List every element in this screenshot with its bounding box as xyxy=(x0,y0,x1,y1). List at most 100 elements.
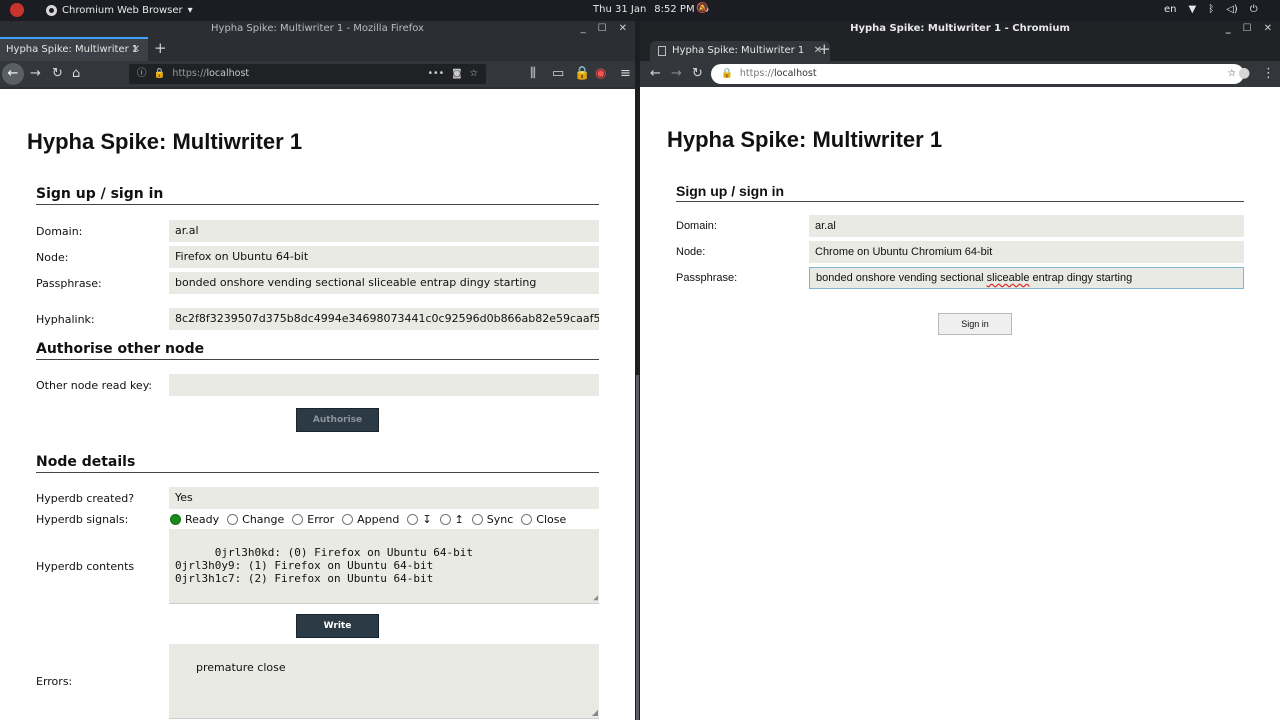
bookmark-star-icon[interactable]: ☆ xyxy=(469,64,478,84)
reload-icon[interactable]: ↻ xyxy=(692,66,703,81)
chromium-titlebar[interactable]: Hypha Spike: Multiwriter 1 - Chromium _ … xyxy=(640,21,1280,37)
errors-textarea[interactable]: premature close ◢ xyxy=(169,644,599,719)
passphrase-field[interactable]: bonded onshore vending sectional sliceab… xyxy=(809,267,1244,289)
chromium-window-title: Hypha Spike: Multiwriter 1 - Chromium xyxy=(850,23,1070,34)
privacy-lock-icon[interactable]: 🔒 xyxy=(574,66,590,81)
domain-field[interactable]: ar.al xyxy=(809,215,1244,237)
tab-title: Hypha Spike: Multiwriter 1 xyxy=(6,44,139,55)
signal-radio[interactable] xyxy=(471,514,483,525)
system-top-panel: Chromium Web Browser ▾ Thu 31 Jan 8:52 P… xyxy=(0,0,1280,21)
authorise-button[interactable]: Authorise xyxy=(296,408,379,432)
signal-radio[interactable] xyxy=(521,514,533,525)
firefox-scrollbar[interactable] xyxy=(636,375,639,720)
lock-icon: 🔒 xyxy=(721,68,733,79)
signals-label: Hyperdb signals: xyxy=(36,513,129,526)
active-app-name: Chromium Web Browser xyxy=(62,4,183,16)
hyperdb-contents-text: 0jrl3h0kd: (0) Firefox on Ubuntu 64-bit … xyxy=(175,546,474,585)
signal-radio[interactable] xyxy=(342,514,354,525)
app-menu[interactable]: Chromium Web Browser ▾ xyxy=(10,3,193,17)
passphrase-label: Passphrase: xyxy=(676,272,738,284)
domain-label: Domain: xyxy=(676,220,717,232)
read-key-input[interactable] xyxy=(169,374,599,396)
keyboard-layout[interactable]: en xyxy=(1164,4,1177,15)
resize-grip-icon[interactable]: ◢ xyxy=(593,594,598,602)
chromium-navbar: ← → ↻ 🔒 https://localhost ☆ ● ⋮ xyxy=(640,61,1280,87)
url-host: localhost xyxy=(773,68,817,79)
passphrase-field[interactable]: bonded onshore vending sectional sliceab… xyxy=(169,272,599,294)
hyphalink-label: Hyphalink: xyxy=(36,313,95,326)
url-scheme: https:// xyxy=(739,68,774,79)
reload-icon[interactable]: ↻ xyxy=(52,66,63,81)
new-tab-icon[interactable]: + xyxy=(154,39,167,57)
ublock-icon[interactable]: ◉ xyxy=(595,66,606,81)
passphrase-text-after: entrap dingy starting xyxy=(1029,272,1133,284)
firefox-url-bar[interactable]: ⓘ 🔒 https://localhost ••• ◙ ☆ xyxy=(129,64,486,84)
sign-in-button[interactable]: Sign in xyxy=(938,313,1012,335)
firefox-titlebar[interactable]: Hypha Spike: Multiwriter 1 - Mozilla Fir… xyxy=(0,21,635,37)
passphrase-text-before: bonded onshore vending sectional xyxy=(816,272,987,284)
back-icon[interactable]: ← xyxy=(2,63,24,85)
node-label: Node: xyxy=(36,251,69,264)
sidebar-icon[interactable]: ▭ xyxy=(552,66,564,81)
power-icon[interactable]: ⏻ xyxy=(1250,4,1258,15)
node-label: Node: xyxy=(676,246,706,258)
tab-close-icon[interactable]: ✕ xyxy=(132,39,140,61)
misspelled-word[interactable]: sliceable xyxy=(987,272,1030,284)
errors-text: premature close xyxy=(195,661,286,674)
minimize-icon[interactable]: _ xyxy=(1226,21,1231,37)
toolbar-border xyxy=(0,87,635,89)
page-actions-icon[interactable]: ••• xyxy=(427,64,444,84)
url-host: localhost xyxy=(206,68,250,79)
resize-grip-icon[interactable]: ◢ xyxy=(592,709,598,717)
info-icon[interactable]: ⓘ xyxy=(137,64,147,84)
bluetooth-icon[interactable]: ᛒ xyxy=(1208,4,1214,15)
forward-icon[interactable]: → xyxy=(671,66,682,81)
minimize-icon[interactable]: _ xyxy=(581,21,586,37)
url-scheme: https:// xyxy=(172,68,207,79)
clock[interactable]: Thu 31 Jan 8:52 PM ● xyxy=(593,4,709,15)
domain-field[interactable]: ar.al xyxy=(169,220,599,242)
kebab-menu-icon[interactable]: ⋮ xyxy=(1262,66,1275,81)
write-button[interactable]: Write xyxy=(296,614,379,638)
os-logo-icon[interactable] xyxy=(10,3,24,17)
maximize-icon[interactable]: ☐ xyxy=(598,21,607,37)
signal-label: Change xyxy=(242,513,285,526)
signal-radio[interactable] xyxy=(227,514,239,525)
maximize-icon[interactable]: ☐ xyxy=(1243,21,1252,37)
signal-radio[interactable] xyxy=(439,514,451,525)
signal-radio[interactable] xyxy=(292,514,304,525)
notifications-muted-icon[interactable]: 🔕 xyxy=(696,3,708,14)
close-icon[interactable]: ✕ xyxy=(1264,21,1272,37)
volume-icon[interactable]: ◁) xyxy=(1226,4,1238,15)
bookmark-star-icon[interactable]: ☆ xyxy=(1227,64,1236,84)
firefox-window-title: Hypha Spike: Multiwriter 1 - Mozilla Fir… xyxy=(211,23,424,34)
hamburger-menu-icon[interactable]: ≡ xyxy=(620,66,631,81)
wifi-icon[interactable]: ▼ xyxy=(1189,4,1197,15)
lock-icon: 🔒 xyxy=(153,68,166,79)
hyphalink-field[interactable]: 8c2f8f3239507d375b8dc4994e34698073441c0c… xyxy=(169,308,599,330)
forward-icon[interactable]: → xyxy=(30,66,41,81)
new-tab-icon[interactable]: + xyxy=(818,40,831,58)
chromium-tab-active[interactable]: Hypha Spike: Multiwriter 1 ✕ xyxy=(650,41,830,61)
node-field[interactable]: Chrome on Ubuntu Chromium 64-bit xyxy=(809,241,1244,263)
node-field[interactable]: Firefox on Ubuntu 64-bit xyxy=(169,246,599,268)
signal-label: ↥ xyxy=(454,513,464,526)
signal-radio[interactable] xyxy=(407,514,419,525)
chromium-tabstrip: Hypha Spike: Multiwriter 1 ✕ + xyxy=(640,37,1280,61)
page-icon xyxy=(658,46,666,56)
pocket-icon[interactable]: ◙ xyxy=(452,64,461,84)
signal-label: Ready xyxy=(185,513,220,526)
signal-radio[interactable] xyxy=(170,514,181,525)
back-icon[interactable]: ← xyxy=(650,66,661,81)
library-icon[interactable]: ⫼ xyxy=(530,66,536,81)
hyperdb-contents-textarea[interactable]: 0jrl3h0kd: (0) Firefox on Ubuntu 64-bit … xyxy=(169,529,599,604)
home-icon[interactable]: ⌂ xyxy=(72,66,80,81)
close-icon[interactable]: ✕ xyxy=(619,21,627,37)
profile-icon[interactable]: ● xyxy=(1238,65,1250,81)
firefox-tab-active[interactable]: Hypha Spike: Multiwriter 1 ✕ xyxy=(0,37,148,61)
read-key-label: Other node read key: xyxy=(36,379,153,392)
firefox-tabstrip: Hypha Spike: Multiwriter 1 ✕ + xyxy=(0,37,635,61)
firefox-window: Hypha Spike: Multiwriter 1 - Mozilla Fir… xyxy=(0,21,635,720)
active-app-menu[interactable]: Chromium Web Browser ▾ xyxy=(46,4,193,16)
chromium-url-bar[interactable]: 🔒 https://localhost ☆ xyxy=(711,64,1244,84)
